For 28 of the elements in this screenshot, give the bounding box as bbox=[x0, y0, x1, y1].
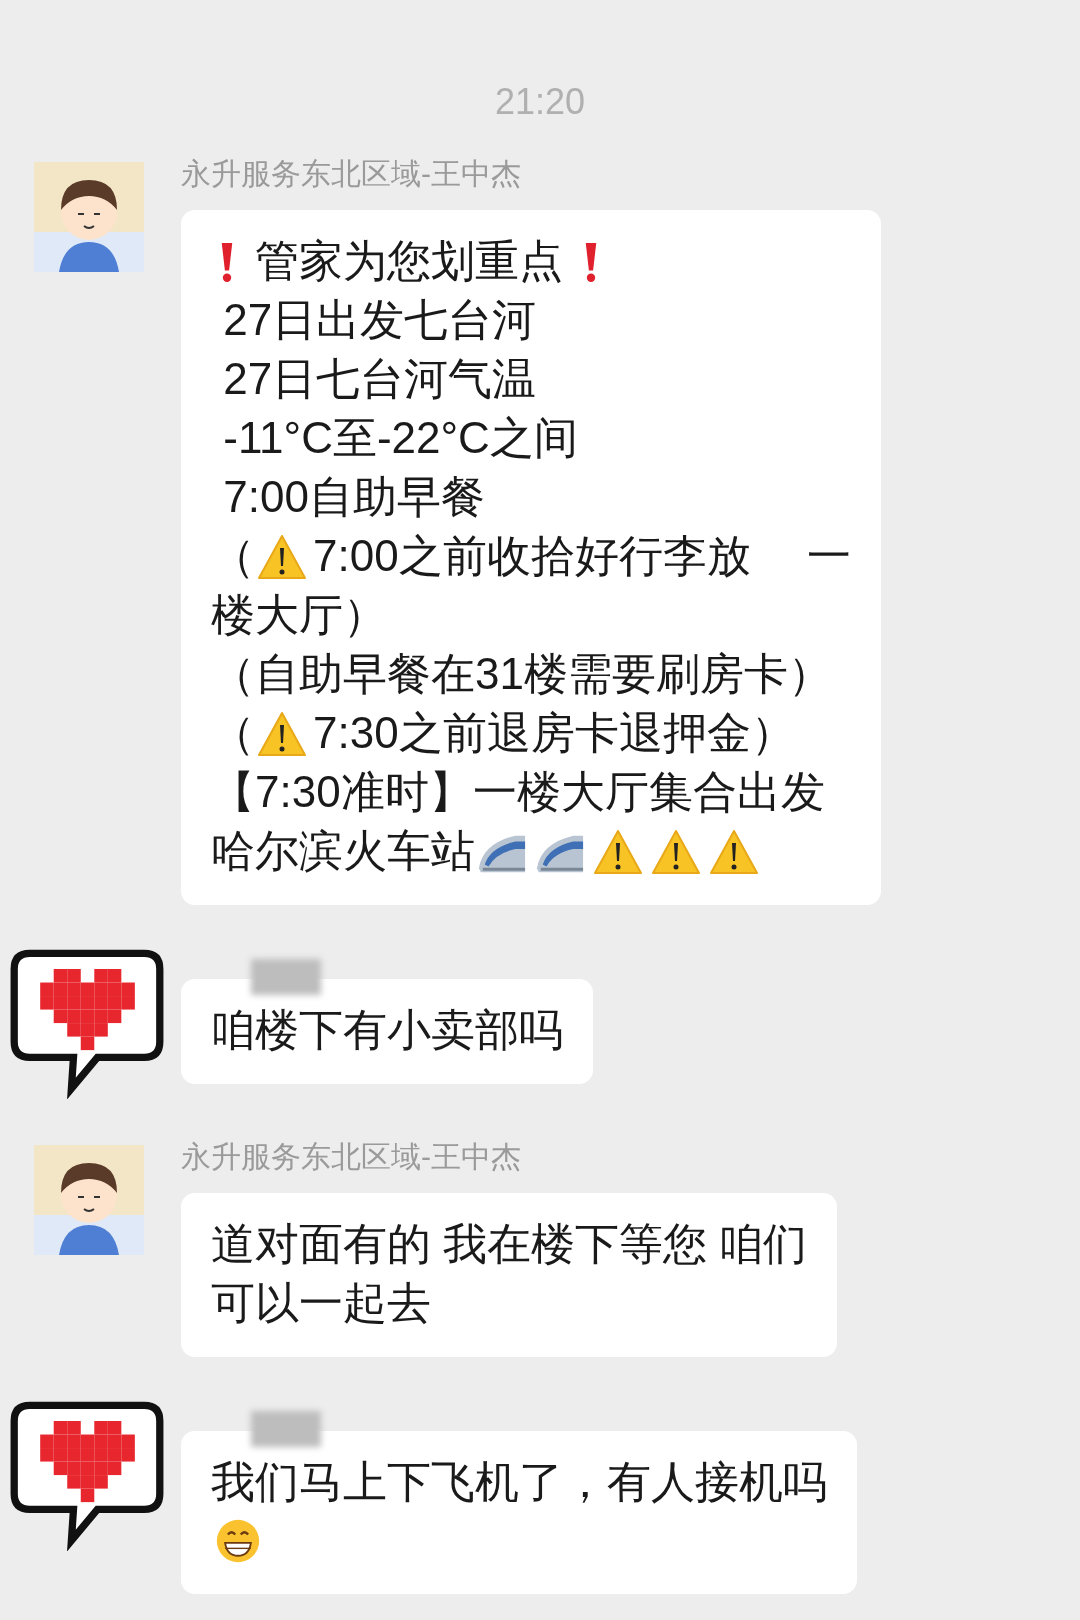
message-text: -11°C至-22°C之间 bbox=[222, 412, 578, 464]
warning-icon bbox=[709, 828, 759, 875]
message-text: 咱楼下有小卖部吗 bbox=[211, 1004, 563, 1056]
message-text: 道对面有的 我在楼下等您 咱们 bbox=[211, 1218, 808, 1270]
message-text: 27日出发七台河 bbox=[222, 294, 537, 346]
message-text: （ bbox=[211, 707, 255, 759]
warning-icon bbox=[257, 533, 307, 580]
cartoon-avatar[interactable] bbox=[34, 1145, 144, 1255]
message-text: 哈尔滨火车站 bbox=[211, 825, 475, 877]
warning-icon bbox=[593, 828, 643, 875]
message-text: 【7:30准时】一楼大厅集合出发 bbox=[211, 766, 825, 818]
warning-icon bbox=[257, 710, 307, 757]
cartoon-avatar[interactable] bbox=[34, 162, 144, 272]
sender-name: 永升服务东北区域-王中杰 bbox=[181, 1139, 521, 1175]
message-text: 27日七台河气温 bbox=[222, 353, 537, 405]
message-text: 管家为您划重点 bbox=[254, 235, 565, 287]
timestamp: 21:20 bbox=[493, 80, 587, 124]
message-text: 楼大厅） bbox=[211, 589, 387, 641]
sender-name: 永升服务东北区域-王中杰 bbox=[181, 156, 521, 192]
message-text: 7:30之前退房卡退押金） bbox=[313, 707, 795, 759]
message-text: （ bbox=[211, 530, 255, 582]
message-text: 7:00自助早餐 bbox=[222, 471, 485, 523]
message-text: 我们马上下飞机了，有人接机吗 bbox=[211, 1456, 827, 1508]
warning-icon bbox=[651, 828, 701, 875]
message-text: 7:00之前收拾好行李放 一 bbox=[313, 530, 851, 582]
message-text: （自助早餐在31楼需要刷房卡） bbox=[211, 648, 832, 700]
message-text: 可以一起去 bbox=[211, 1277, 431, 1329]
exclamation-icon bbox=[219, 240, 235, 283]
